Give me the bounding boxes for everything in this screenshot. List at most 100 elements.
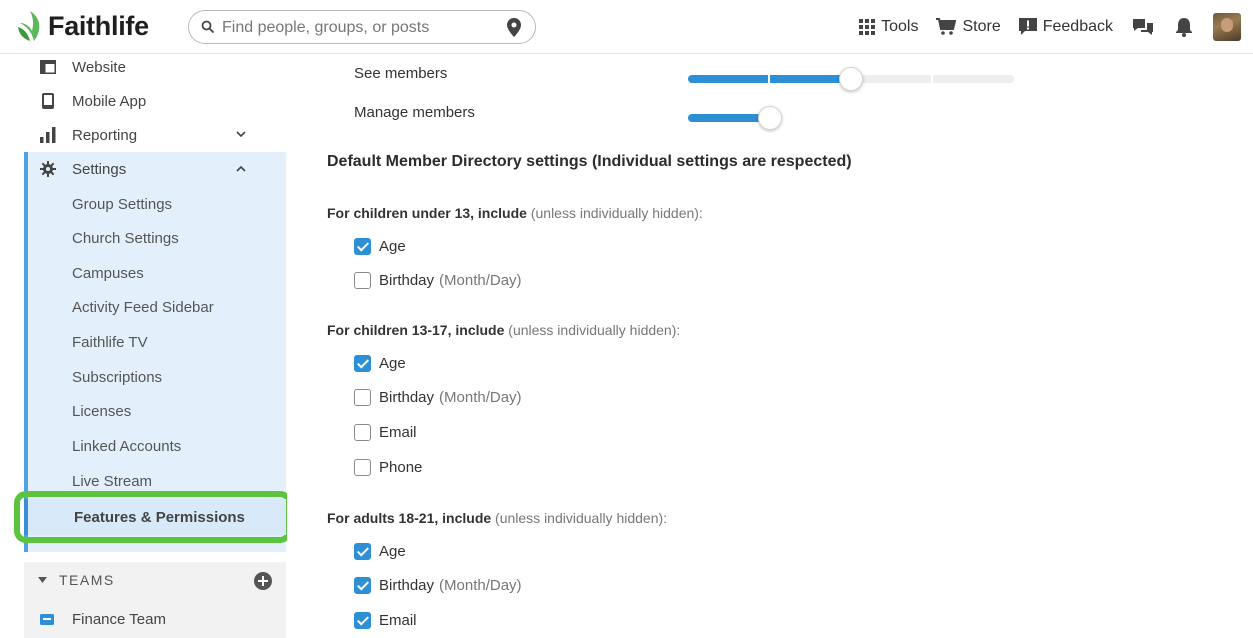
checkbox-unchecked[interactable] (354, 423, 371, 441)
slider-row-manage-members: Manage members (287, 99, 1253, 130)
slider-handle[interactable] (757, 106, 782, 130)
tools-menu[interactable]: Tools (859, 18, 918, 36)
slider-label: Manage members (354, 104, 475, 121)
sidebar-item-campuses[interactable]: Campuses (24, 256, 286, 290)
checkbox-unchecked[interactable] (354, 389, 371, 407)
checkbox-option-phone[interactable]: Phone (354, 455, 422, 479)
checkbox-unchecked[interactable] (354, 458, 371, 476)
checkbox-label: Age (379, 237, 406, 255)
sidebar-item-subscriptions[interactable]: Subscriptions (24, 360, 286, 394)
cart-icon (936, 18, 957, 35)
sidebar-item-label: Mobile App (72, 92, 147, 110)
sidebar-item-label: Website (72, 58, 126, 76)
grid-icon (859, 19, 876, 35)
add-team-icon[interactable] (254, 572, 272, 590)
top-nav-actions: Tools Store Feedback (859, 0, 1253, 54)
search-icon (201, 20, 215, 34)
group-heading: For children 13-17, include (unless indi… (327, 322, 680, 338)
sidebar-item-label: Group Settings (72, 195, 173, 213)
sidebar-item-label: Features & Permissions (74, 508, 245, 526)
sidebar-item-label: Church Settings (72, 229, 179, 247)
checkbox-label: Birthday (379, 577, 435, 595)
slider-label: See members (354, 65, 448, 82)
checkbox-option-age[interactable]: Age (354, 351, 406, 375)
store-menu[interactable]: Store (936, 18, 1001, 36)
checkbox-option-age[interactable]: Age (354, 234, 406, 258)
checkbox-option-birthday[interactable]: Birthday (Month/Day) (354, 269, 522, 293)
sidebar-item-reporting[interactable]: Reporting (24, 118, 286, 152)
sidebar-item-linked-accounts[interactable]: Linked Accounts (24, 429, 286, 463)
checkbox-label: Email (379, 423, 417, 441)
teams-title: TEAMS (59, 572, 115, 588)
checkbox-checked[interactable] (354, 611, 371, 629)
checkbox-label: Age (379, 542, 406, 560)
website-icon (40, 60, 56, 74)
sidebar-item-label: Linked Accounts (72, 437, 182, 455)
checkbox-unchecked[interactable] (354, 272, 371, 290)
checkbox-checked[interactable] (354, 577, 371, 595)
group-heading-note: (unless individually hidden): (508, 322, 681, 338)
search-bar[interactable] (188, 10, 536, 44)
sidebar-item-licenses[interactable]: Licenses (24, 394, 286, 428)
mobile-icon (42, 93, 54, 109)
checkbox-option-age[interactable]: Age (354, 539, 406, 563)
messages-button[interactable] (1131, 17, 1155, 37)
feedback-menu[interactable]: Feedback (1018, 18, 1113, 36)
sidebar-item-label: Licenses (72, 402, 132, 420)
checkbox-note: (Month/Day) (439, 272, 522, 290)
slider-row-see-members: See members (287, 60, 1253, 91)
group-heading: For adults 18-21, include (unless indivi… (327, 510, 667, 526)
sidebar-item-settings[interactable]: Settings (24, 152, 286, 186)
sidebar-item-mobile-app[interactable]: Mobile App (24, 84, 286, 118)
feedback-label: Feedback (1042, 18, 1113, 35)
sidebar-item-group-settings[interactable]: Group Settings (24, 187, 286, 221)
chat-bubbles-icon (1133, 19, 1153, 35)
search-input[interactable] (222, 17, 502, 39)
slider-tick (768, 75, 770, 83)
sidebar-item-activity-feed-sidebar[interactable]: Activity Feed Sidebar (24, 290, 286, 324)
team-item[interactable]: Finance Team (24, 602, 286, 636)
slider-tick (931, 75, 933, 83)
teams-panel: TEAMS Finance Team (24, 562, 286, 638)
faithlife-logo[interactable]: Faithlife (16, 8, 149, 44)
user-avatar[interactable] (1213, 13, 1241, 41)
checkbox-checked[interactable] (354, 354, 371, 372)
sidebar-item-label: Settings (72, 160, 127, 178)
admin-sidebar: Website Mobile App Reporting Settings Gr… (14, 55, 292, 638)
checkbox-checked[interactable] (354, 542, 371, 560)
checkbox-option-email[interactable]: Email (354, 608, 417, 632)
group-heading-text: For children under 13, include (327, 205, 531, 221)
checkbox-note: (Month/Day) (439, 577, 522, 595)
checkbox-option-email[interactable]: Email (354, 420, 417, 444)
tools-label: Tools (881, 18, 919, 35)
notifications-button[interactable] (1175, 17, 1193, 37)
group-heading-note: (unless individually hidden): (530, 205, 703, 221)
reporting-icon (40, 127, 56, 143)
caret-down-icon (38, 577, 47, 583)
chevron-down-icon (236, 131, 246, 138)
manage-members-slider[interactable] (688, 106, 1014, 130)
checkbox-option-birthday[interactable]: Birthday (Month/Day) (354, 386, 522, 410)
bell-icon (1176, 18, 1192, 37)
sidebar-item-label: Live Stream (72, 472, 153, 490)
checkbox-label: Age (379, 354, 406, 372)
member-directory-section-title: Default Member Directory settings (Indiv… (327, 153, 852, 170)
sidebar-item-label: Subscriptions (72, 368, 163, 386)
sidebar-item-label: Activity Feed Sidebar (72, 298, 214, 316)
store-label: Store (962, 18, 1001, 35)
leaf-logo-icon (18, 11, 40, 41)
chevron-up-icon (236, 165, 246, 172)
sidebar-item-church-settings[interactable]: Church Settings (24, 221, 286, 255)
location-pin-icon[interactable] (507, 18, 521, 37)
sidebar-item-faithlife-tv[interactable]: Faithlife TV (24, 325, 286, 359)
slider-handle[interactable] (839, 67, 863, 91)
checkbox-checked[interactable] (354, 237, 371, 255)
checkbox-option-birthday[interactable]: Birthday (Month/Day) (354, 574, 522, 598)
checkbox-note: (Month/Day) (439, 389, 522, 407)
sidebar-item-label: Faithlife TV (72, 333, 148, 351)
teams-header[interactable]: TEAMS (38, 572, 115, 588)
sidebar-item-website[interactable]: Website (24, 50, 286, 84)
see-members-slider[interactable] (688, 67, 1014, 91)
sidebar-item-features-permissions[interactable]: Features & Permissions (24, 499, 286, 535)
sidebar-item-label: Reporting (72, 126, 138, 144)
